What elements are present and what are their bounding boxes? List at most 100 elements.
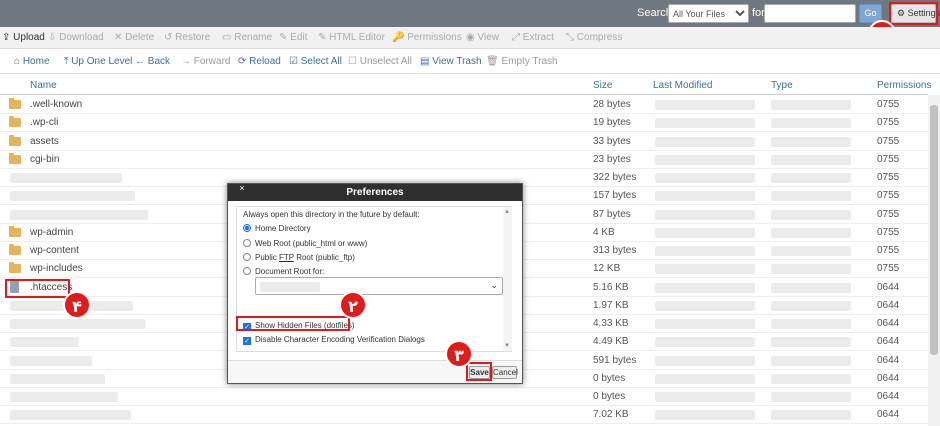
unselect-all-button[interactable]: ☐ Unselect All bbox=[348, 56, 412, 67]
redacted-type bbox=[771, 118, 851, 129]
redacted-modified bbox=[655, 410, 755, 421]
edit-button[interactable]: ✎ Edit bbox=[279, 32, 307, 43]
forward-button[interactable]: → Forward bbox=[181, 56, 230, 67]
redacted-type bbox=[771, 209, 851, 220]
edit-label: Edit bbox=[290, 32, 308, 43]
redacted-modified bbox=[655, 373, 755, 384]
redacted-modified bbox=[655, 191, 755, 202]
redacted-name bbox=[10, 355, 92, 366]
unselect-all-label: Unselect All bbox=[359, 56, 412, 67]
row-size: 23 bytes bbox=[593, 153, 631, 165]
row-permissions: 0755 bbox=[877, 226, 900, 238]
delete-button[interactable]: ✕ Delete bbox=[114, 32, 154, 43]
table-row[interactable]: assets 33 bytes 0755 bbox=[0, 133, 928, 151]
cancel-button[interactable]: Cancel bbox=[492, 366, 518, 379]
select-all-button[interactable]: ☑ Select All bbox=[289, 56, 342, 67]
redacted-type bbox=[771, 191, 851, 202]
radio-icon[interactable] bbox=[243, 267, 251, 275]
radio-selected-icon[interactable] bbox=[243, 224, 251, 232]
redacted-modified bbox=[655, 227, 755, 238]
folder-icon bbox=[9, 98, 21, 109]
radio-document-root[interactable]: Document Root for: bbox=[243, 267, 324, 276]
up-one-level-label: Up One Level bbox=[71, 56, 133, 67]
redacted-type bbox=[771, 246, 851, 256]
redacted-type bbox=[771, 355, 851, 366]
extract-button[interactable]: ⤢ Extract bbox=[512, 32, 554, 43]
disable-charset-label: Disable Character Encoding Verification … bbox=[255, 335, 425, 344]
radio-home-directory[interactable]: Home Directory bbox=[243, 224, 311, 233]
table-row[interactable]: 0 bytes 0644 bbox=[0, 388, 928, 406]
action-toolbar: ⇪ Upload ⇩ Download ✕ Delete ↺ Restore ▭… bbox=[0, 27, 940, 49]
row-name: .wp-cli bbox=[30, 117, 59, 129]
col-last-modified[interactable]: Last Modified bbox=[653, 80, 712, 91]
row-size: 19 bytes bbox=[593, 117, 631, 129]
rename-button[interactable]: ▭ Rename bbox=[222, 32, 272, 43]
back-label: Back bbox=[147, 56, 171, 67]
reload-label: Reload bbox=[249, 56, 281, 67]
view-button[interactable]: ◉ View bbox=[466, 32, 499, 43]
empty-trash-button[interactable]: 🗑 Empty Trash bbox=[486, 56, 558, 67]
page-scrollbar[interactable] bbox=[928, 95, 940, 426]
compress-button[interactable]: ⤡ Compress bbox=[566, 32, 622, 43]
table-row[interactable]: .wp-cli 19 bytes 0755 bbox=[0, 114, 928, 133]
dialog-scrollbar[interactable]: ▲ ▼ bbox=[503, 207, 512, 351]
annotation-badge-4: ۴ bbox=[63, 291, 91, 319]
scroll-down-icon[interactable]: ▼ bbox=[504, 343, 510, 349]
home-label: Home bbox=[22, 56, 50, 67]
checkbox-disable-charset[interactable]: ✓ Disable Character Encoding Verification… bbox=[243, 335, 425, 345]
permissions-button[interactable]: 🔑 Permissions bbox=[392, 32, 462, 43]
restore-button[interactable]: ↺ Restore bbox=[164, 32, 210, 43]
view-trash-button[interactable]: ▤ View Trash bbox=[420, 56, 482, 67]
scrollbar-thumb[interactable] bbox=[930, 105, 938, 355]
row-permissions: 0644 bbox=[877, 299, 900, 311]
redacted-type bbox=[771, 300, 851, 311]
radio-icon[interactable] bbox=[243, 239, 251, 247]
row-name: assets bbox=[30, 135, 59, 147]
radio-icon[interactable] bbox=[243, 253, 251, 261]
redacted-modified bbox=[655, 209, 755, 220]
col-name[interactable]: Name bbox=[30, 80, 57, 91]
row-permissions: 0644 bbox=[877, 318, 900, 329]
col-size[interactable]: Size bbox=[593, 80, 612, 91]
preferences-dialog: Preferences × Always open this directory… bbox=[227, 183, 523, 384]
reload-button[interactable]: ⟳ Reload bbox=[238, 56, 281, 67]
up-one-level-button[interactable]: ⤒ Up One Level bbox=[64, 56, 132, 67]
extract-label: Extract bbox=[522, 32, 554, 43]
scroll-up-icon[interactable]: ▲ bbox=[504, 209, 510, 215]
redacted-name bbox=[10, 410, 131, 421]
radio-ftp-root[interactable]: Public FTP Root (public_ftp) bbox=[243, 253, 355, 262]
row-name: wp-includes bbox=[30, 263, 83, 275]
redacted-name bbox=[10, 319, 146, 329]
radio-web-root[interactable]: Web Root (public_html or www) bbox=[243, 239, 367, 248]
redacted-type bbox=[771, 173, 851, 183]
col-type[interactable]: Type bbox=[771, 80, 793, 91]
view-trash-label: View Trash bbox=[432, 56, 482, 67]
redacted-modified bbox=[655, 392, 755, 402]
html-editor-button[interactable]: ✎ HTML Editor bbox=[318, 32, 385, 43]
row-permissions: 0755 bbox=[877, 263, 900, 275]
close-icon[interactable]: × bbox=[233, 184, 251, 193]
compress-label: Compress bbox=[576, 32, 623, 43]
home-button[interactable]: ⌂ Home bbox=[14, 56, 50, 67]
table-row[interactable]: 7.02 KB 0644 bbox=[0, 406, 928, 425]
download-button[interactable]: ⇩ Download bbox=[48, 32, 104, 43]
row-size: 7.02 KB bbox=[593, 409, 629, 421]
redacted-type bbox=[771, 154, 851, 165]
redacted-name bbox=[10, 373, 105, 384]
document-root-select[interactable]: ⌄ bbox=[255, 277, 503, 295]
back-button[interactable]: ← Back bbox=[135, 56, 170, 67]
redacted-type bbox=[771, 392, 851, 402]
view-label: View bbox=[477, 32, 500, 43]
search-input[interactable] bbox=[764, 4, 856, 23]
upload-button[interactable]: ⇪ Upload bbox=[2, 32, 45, 43]
col-permissions[interactable]: Permissions bbox=[877, 80, 931, 91]
redacted-modified bbox=[655, 154, 755, 165]
folder-icon bbox=[9, 244, 21, 255]
row-permissions: 0755 bbox=[877, 99, 900, 110]
search-scope-select[interactable]: All Your Files bbox=[668, 4, 749, 23]
redacted-modified bbox=[655, 136, 755, 147]
table-row[interactable]: .well-known 28 bytes 0755 bbox=[0, 96, 928, 114]
redacted-type bbox=[771, 282, 851, 293]
checkbox-checked-icon[interactable]: ✓ bbox=[243, 337, 251, 345]
table-row[interactable]: cgi-bin 23 bytes 0755 bbox=[0, 151, 928, 169]
